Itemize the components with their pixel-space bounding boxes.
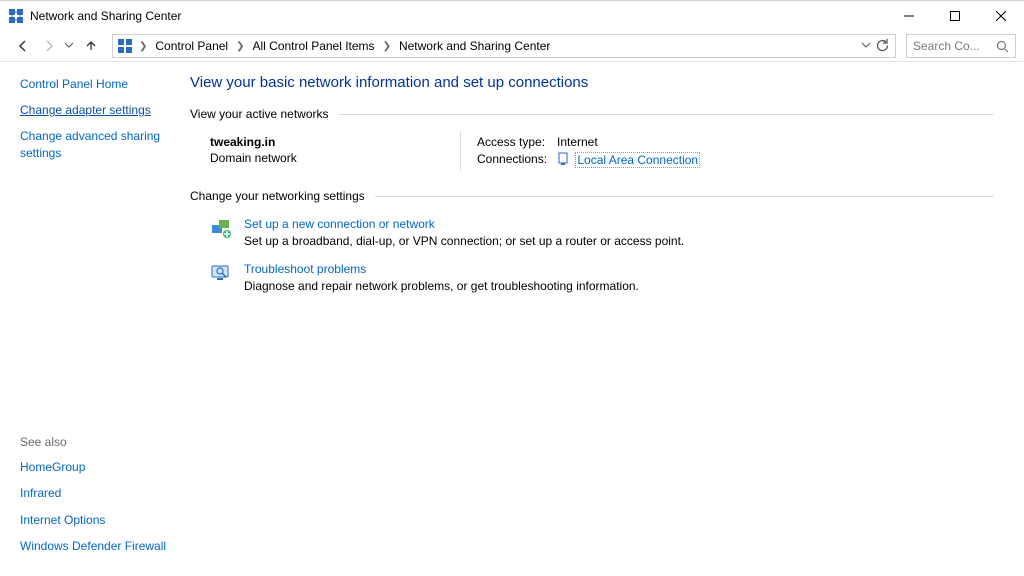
- network-center-icon: [117, 38, 133, 54]
- access-type-label: Access type:: [477, 135, 557, 149]
- breadcrumb-item[interactable]: All Control Panel Items: [251, 37, 377, 55]
- access-type-value: Internet: [557, 135, 598, 149]
- maximize-button[interactable]: [932, 1, 978, 31]
- task-setup-connection: Set up a new connection or network Set u…: [190, 213, 994, 258]
- task-title-link[interactable]: Troubleshoot problems: [244, 262, 639, 276]
- control-panel-home-link[interactable]: Control Panel Home: [20, 77, 128, 91]
- address-bar[interactable]: ❯ Control Panel ❯ All Control Panel Item…: [112, 34, 896, 58]
- sidebar: Control Panel Home Change adapter settin…: [0, 62, 180, 576]
- search-placeholder: Search Co...: [913, 39, 996, 53]
- divider: [375, 196, 994, 197]
- breadcrumb-item[interactable]: Network and Sharing Center: [397, 37, 552, 55]
- breadcrumb-item[interactable]: Control Panel: [153, 37, 230, 55]
- change-adapter-settings-link[interactable]: Change adapter settings: [20, 103, 151, 117]
- recent-locations-dropdown[interactable]: [64, 39, 76, 53]
- connections-label: Connections:: [477, 152, 557, 167]
- task-description: Diagnose and repair network problems, or…: [244, 279, 639, 293]
- divider: [460, 131, 461, 171]
- see-also-link[interactable]: Infrared: [20, 486, 61, 500]
- forward-button[interactable]: [38, 35, 60, 57]
- active-networks-heading: View your active networks: [190, 107, 329, 121]
- see-also-link[interactable]: Windows Defender Firewall: [20, 539, 166, 553]
- content: View your basic network information and …: [180, 62, 1024, 576]
- task-title-link[interactable]: Set up a new connection or network: [244, 217, 684, 231]
- refresh-icon[interactable]: [875, 38, 889, 55]
- see-also-link[interactable]: HomeGroup: [20, 460, 85, 474]
- divider: [339, 114, 994, 115]
- nav-row: ❯ Control Panel ❯ All Control Panel Item…: [0, 31, 1024, 61]
- setup-connection-icon: [210, 217, 232, 239]
- close-button[interactable]: [978, 1, 1024, 31]
- change-advanced-sharing-link[interactable]: Change advanced sharing settings: [20, 129, 160, 159]
- network-type: Domain network: [210, 151, 460, 165]
- address-dropdown-icon[interactable]: [861, 39, 871, 53]
- page-title: View your basic network information and …: [190, 74, 994, 91]
- troubleshoot-icon: [210, 262, 232, 284]
- network-name: tweaking.in: [210, 135, 460, 149]
- back-button[interactable]: [12, 35, 34, 57]
- ethernet-icon: [557, 152, 569, 166]
- see-also-link[interactable]: Internet Options: [20, 513, 105, 527]
- chevron-right-icon[interactable]: ❯: [234, 41, 246, 52]
- task-description: Set up a broadband, dial-up, or VPN conn…: [244, 234, 684, 248]
- see-also-heading: See also: [20, 435, 172, 449]
- task-troubleshoot: Troubleshoot problems Diagnose and repai…: [190, 258, 994, 303]
- search-input[interactable]: Search Co...: [906, 34, 1016, 58]
- window-title: Network and Sharing Center: [30, 9, 181, 23]
- search-icon: [996, 40, 1009, 53]
- chevron-right-icon[interactable]: ❯: [137, 41, 149, 52]
- chevron-right-icon[interactable]: ❯: [381, 41, 393, 52]
- minimize-button[interactable]: [886, 1, 932, 31]
- change-settings-heading: Change your networking settings: [190, 189, 365, 203]
- connection-link[interactable]: Local Area Connection: [575, 152, 700, 168]
- network-center-icon: [8, 8, 24, 24]
- up-button[interactable]: [80, 35, 102, 57]
- active-network-panel: tweaking.in Domain network Access type: …: [190, 131, 994, 185]
- titlebar: Network and Sharing Center: [0, 1, 1024, 31]
